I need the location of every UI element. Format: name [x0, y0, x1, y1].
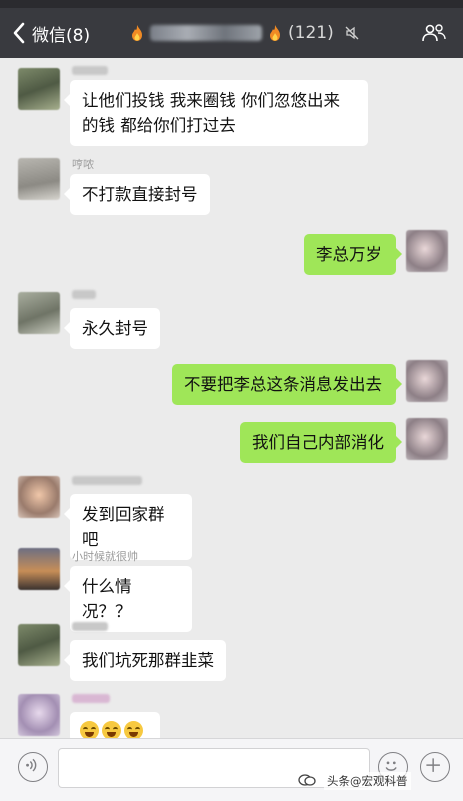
- avatar[interactable]: [406, 418, 448, 460]
- group-name-redacted: [150, 25, 262, 41]
- message-bubble[interactable]: 李总万岁: [304, 234, 402, 275]
- avatar[interactable]: [18, 694, 60, 736]
- message-bubble[interactable]: 不要把李总这条消息发出去: [172, 364, 402, 405]
- avatar[interactable]: [18, 624, 60, 666]
- message-bubble[interactable]: 不打款直接封号: [64, 174, 210, 215]
- avatar[interactable]: [18, 68, 60, 110]
- voice-icon: [26, 758, 37, 772]
- message-bubble[interactable]: 让他们投钱 我来圈钱 你们忽悠出来的钱 都给你们打过去: [64, 80, 368, 146]
- avatar[interactable]: [18, 158, 60, 200]
- input-bar: [0, 738, 463, 801]
- back-label: 微信(8): [32, 25, 91, 46]
- avatar[interactable]: [406, 230, 448, 272]
- avatar[interactable]: [18, 548, 60, 590]
- sender-name-redacted: [72, 66, 108, 75]
- chat-header: 微信(8) (121): [0, 8, 463, 58]
- plus-icon: [426, 758, 440, 772]
- chevron-left-icon: [13, 22, 25, 44]
- watermark-text: 头条@宏观科普: [324, 772, 411, 790]
- group-info-icon[interactable]: [421, 23, 447, 43]
- sender-name: 哼哝: [72, 158, 94, 171]
- watermark-logo-icon: [298, 774, 316, 786]
- voice-button[interactable]: [18, 752, 48, 782]
- status-bar: [0, 0, 463, 8]
- fire-icon: [270, 25, 280, 41]
- message-bubble[interactable]: 我们坑死那群韭菜: [64, 640, 226, 681]
- avatar[interactable]: [18, 476, 60, 518]
- chat-title: (121): [130, 8, 360, 58]
- sender-name-redacted: [72, 694, 110, 703]
- message-bubble[interactable]: 永久封号: [64, 308, 160, 349]
- sender-name: 小时候就很帅: [72, 550, 138, 563]
- mute-icon: [345, 26, 359, 40]
- member-count: (121): [288, 23, 334, 43]
- avatar[interactable]: [406, 360, 448, 402]
- back-button[interactable]: 微信(8): [0, 21, 90, 46]
- message-bubble[interactable]: 我们自己内部消化: [240, 422, 402, 463]
- sender-name-redacted: [72, 290, 96, 299]
- avatar[interactable]: [18, 292, 60, 334]
- message-list[interactable]: 让他们投钱 我来圈钱 你们忽悠出来的钱 都给你们打过去 哼哝 不打款直接封号 李…: [0, 58, 463, 742]
- more-functions-button[interactable]: [420, 752, 450, 782]
- sender-name-redacted: [72, 476, 142, 485]
- sender-name-redacted: [72, 622, 108, 631]
- fire-icon: [132, 25, 142, 41]
